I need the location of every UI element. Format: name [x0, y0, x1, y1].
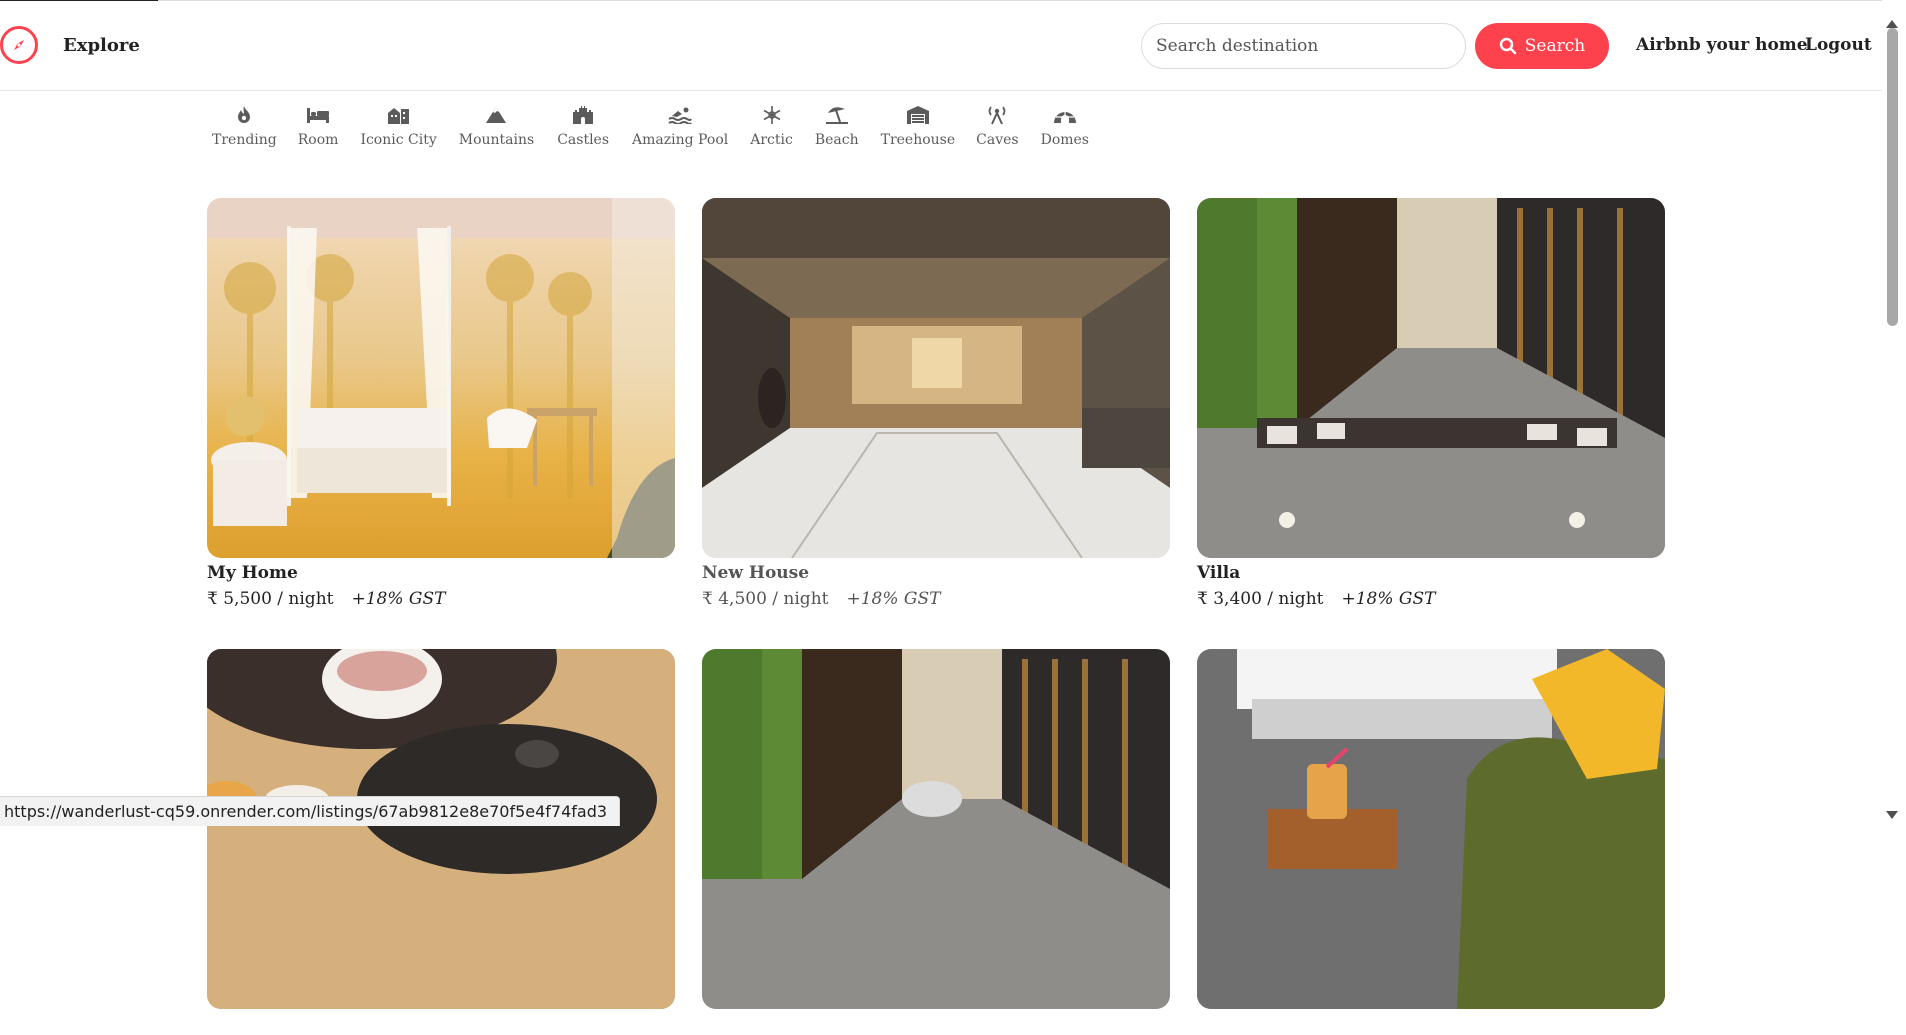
- scrollbar-thumb[interactable]: [1887, 28, 1898, 326]
- fire-icon: [235, 104, 253, 126]
- search-button-label: Search: [1524, 36, 1586, 56]
- search-button[interactable]: Search: [1475, 23, 1609, 69]
- filter-label: Trending: [212, 132, 277, 148]
- listing-card[interactable]: New House ₹ 4,500 / night +18% GST: [702, 198, 1170, 609]
- igloo-icon: [1053, 104, 1077, 126]
- listing-image[interactable]: [207, 198, 675, 558]
- listing-image[interactable]: [207, 649, 675, 1009]
- scroll-down-arrow-icon[interactable]: [1886, 811, 1898, 819]
- listing-title: Villa: [1197, 563, 1241, 583]
- filter-beach[interactable]: Beach: [815, 104, 859, 152]
- swimmer-icon: [668, 104, 693, 126]
- listing-gst: +18% GST: [1341, 589, 1436, 609]
- browser-status-url: https://wanderlust-cq59.onrender.com/lis…: [0, 796, 621, 826]
- filter-iconic-city[interactable]: Iconic City: [360, 104, 437, 152]
- listing-price-value: ₹ 4,500 / night: [702, 589, 829, 609]
- listing-gst: +18% GST: [351, 589, 446, 609]
- listing-title: My Home: [207, 563, 298, 583]
- city-icon: [387, 104, 411, 126]
- search-input[interactable]: [1141, 23, 1466, 69]
- filter-bar: Trending Room Iconic City Mountains Cast…: [212, 104, 1089, 152]
- listing-price: [1197, 1015, 1665, 1035]
- listing-image[interactable]: [1197, 198, 1665, 558]
- mountain-icon: [485, 104, 507, 126]
- filter-amazing-pool[interactable]: Amazing Pool: [632, 104, 728, 152]
- filter-castles[interactable]: Castles: [557, 104, 609, 152]
- listing-card[interactable]: Villa ₹ 3,400 / night +18% GST: [1197, 198, 1665, 609]
- compass-icon[interactable]: [0, 26, 38, 64]
- filter-label: Mountains: [458, 132, 535, 148]
- listing-card[interactable]: [702, 649, 1170, 1035]
- listing-gst: +18% GST: [846, 589, 941, 609]
- listing-price: ₹ 3,400 / night +18% GST: [1197, 589, 1665, 609]
- filter-label: Arctic: [750, 132, 793, 148]
- tower-broadcast-icon: [985, 104, 1009, 126]
- listing-card[interactable]: My Home ₹ 5,500 / night +18% GST: [207, 198, 675, 609]
- bed-icon: [306, 104, 330, 126]
- filter-treehouse[interactable]: Treehouse: [880, 104, 956, 152]
- nav-logout-link[interactable]: Logout: [1805, 35, 1872, 55]
- warehouse-icon: [906, 104, 930, 126]
- umbrella-beach-icon: [825, 104, 849, 126]
- listing-price: [207, 1015, 675, 1035]
- filter-label: Beach: [814, 132, 859, 148]
- search-icon: [1499, 37, 1517, 55]
- listing-price-value: ₹ 3,400 / night: [1197, 589, 1324, 609]
- listing-image[interactable]: [702, 198, 1170, 558]
- filter-label: Castles: [557, 132, 610, 148]
- filter-caves[interactable]: Caves: [976, 104, 1019, 152]
- listing-title: New House: [702, 563, 810, 583]
- listing-price: ₹ 5,500 / night +18% GST: [207, 589, 675, 609]
- filter-label: Domes: [1040, 132, 1089, 148]
- filter-arctic[interactable]: Arctic: [750, 104, 793, 152]
- filter-label: Treehouse: [880, 132, 956, 148]
- listing-price: ₹ 4,500 / night +18% GST: [702, 589, 1170, 609]
- filter-label: Caves: [976, 132, 1019, 148]
- scroll-up-arrow-icon[interactable]: [1886, 20, 1898, 28]
- filter-domes[interactable]: Domes: [1041, 104, 1089, 152]
- navbar: Explore Search Airbnb your home Logout: [0, 1, 1882, 91]
- filter-mountains[interactable]: Mountains: [459, 104, 534, 152]
- listing-card[interactable]: [1197, 649, 1665, 1035]
- nav-host-link[interactable]: Airbnb your home: [1636, 35, 1808, 55]
- listing-price: [702, 1015, 1170, 1035]
- filter-label: Iconic City: [360, 132, 437, 148]
- listing-price-value: ₹ 5,500 / night: [207, 589, 334, 609]
- listing-card[interactable]: [207, 649, 675, 1035]
- castle-icon: [572, 104, 594, 126]
- listing-image[interactable]: [1197, 649, 1665, 1009]
- filter-label: Room: [297, 132, 339, 148]
- filter-room[interactable]: Room: [297, 104, 339, 152]
- snowflake-icon: [762, 104, 782, 126]
- filter-trending[interactable]: Trending: [212, 104, 277, 152]
- filter-label: Amazing Pool: [632, 132, 729, 148]
- nav-explore-link[interactable]: Explore: [63, 35, 140, 56]
- listing-image[interactable]: [702, 649, 1170, 1009]
